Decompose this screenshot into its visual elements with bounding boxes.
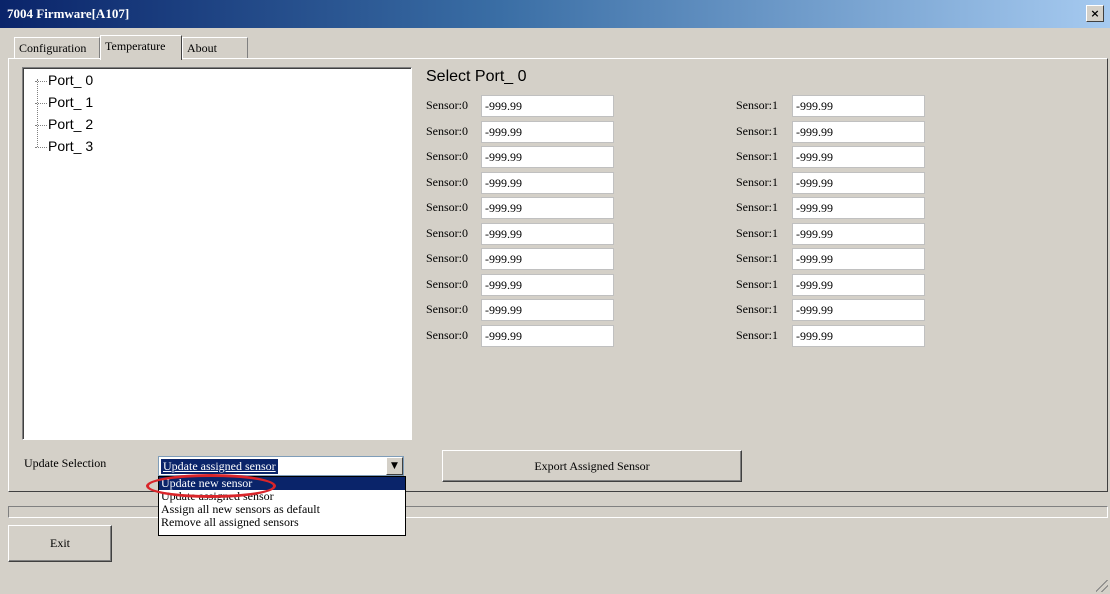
sensor-left-value-field[interactable]: -999.99 [481,121,614,143]
sensor-left-value-field[interactable]: -999.99 [481,197,614,219]
update-selection-label: Update Selection [24,456,107,470]
title-bar[interactable]: 7004 Firmware[A107] × [0,0,1110,28]
tab-configuration[interactable]: Configuration [14,37,100,59]
update-selection-dropdown: Update new sensor Update assigned sensor… [158,476,406,536]
sensor-right-value-field[interactable]: -999.99 [792,197,925,219]
tree-item-port-1[interactable]: Port_ 1 [35,94,93,116]
sensor-left-label: Sensor:0 [426,328,468,342]
close-button[interactable]: × [1086,5,1104,22]
tree-item-label: Port_ 0 [48,72,94,88]
sensor-left-label: Sensor:0 [426,226,468,240]
sensor-left-label: Sensor:0 [426,124,468,138]
sensor-left-label: Sensor:0 [426,149,468,163]
update-selection-combo[interactable]: Update assigned sensor ▼ [158,456,404,476]
sensor-left-label: Sensor:0 [426,302,468,316]
sensor-right-value-field[interactable]: -999.99 [792,325,925,347]
close-icon: × [1090,7,1100,20]
exit-button[interactable]: Exit [8,525,112,562]
sensor-right-label: Sensor:1 [736,200,778,214]
tree-item-label: Port_ 1 [48,94,94,110]
sensor-right-value-field[interactable]: -999.99 [792,299,925,321]
port-tree[interactable]: Port_ 0 Port_ 1 Port_ 2 Port_ 3 [22,67,412,440]
tree-item-port-0[interactable]: Port_ 0 [35,72,93,94]
sensor-left-value-field[interactable]: -999.99 [481,172,614,194]
tab-about[interactable]: About [182,37,248,59]
sensor-right-label: Sensor:1 [736,226,778,240]
sensor-right-value-field[interactable]: -999.99 [792,248,925,270]
tree-dash [35,146,47,148]
sensor-right-label: Sensor:1 [736,328,778,342]
sensor-right-value-field[interactable]: -999.99 [792,223,925,245]
sensor-left-label: Sensor:0 [426,251,468,265]
dropdown-option-remove-all[interactable]: Remove all assigned sensors [159,516,405,529]
sensor-right-label: Sensor:1 [736,302,778,316]
sensor-right-label: Sensor:1 [736,175,778,189]
sensor-right-label: Sensor:1 [736,124,778,138]
sensor-left-label: Sensor:0 [426,277,468,291]
selected-port-title: Select Port_ 0 [426,68,527,85]
sensor-left-value-field[interactable]: -999.99 [481,95,614,117]
combo-selected-value: Update assigned sensor [161,459,278,474]
sensor-left-label: Sensor:0 [426,200,468,214]
sensor-left-value-field[interactable]: -999.99 [481,299,614,321]
tree-item-port-3[interactable]: Port_ 3 [35,138,93,160]
sensor-right-value-field[interactable]: -999.99 [792,274,925,296]
sensor-left-value-field[interactable]: -999.99 [481,325,614,347]
tree-dash [35,80,47,82]
tree-item-label: Port_ 3 [48,138,94,154]
tree-dash [35,102,47,104]
sensor-right-value-field[interactable]: -999.99 [792,146,925,168]
sensor-right-label: Sensor:1 [736,98,778,112]
tab-temperature[interactable]: Temperature [100,35,182,60]
tree-item-label: Port_ 2 [48,116,94,132]
resize-grip-icon[interactable] [1096,580,1108,592]
sensor-left-label: Sensor:0 [426,98,468,112]
chevron-down-icon[interactable]: ▼ [386,457,403,475]
sensor-right-label: Sensor:1 [736,277,778,291]
sensor-right-value-field[interactable]: -999.99 [792,95,925,117]
export-assigned-sensor-button[interactable]: Export Assigned Sensor [442,450,742,482]
sensor-left-value-field[interactable]: -999.99 [481,146,614,168]
app-window: 7004 Firmware[A107] × Configuration Temp… [0,0,1110,594]
sensor-left-label: Sensor:0 [426,175,468,189]
sensor-right-label: Sensor:1 [736,149,778,163]
sensor-left-value-field[interactable]: -999.99 [481,223,614,245]
sensor-right-value-field[interactable]: -999.99 [792,121,925,143]
sensor-right-label: Sensor:1 [736,251,778,265]
tree-dash [35,124,47,126]
sensor-right-value-field[interactable]: -999.99 [792,172,925,194]
tree-item-port-2[interactable]: Port_ 2 [35,116,93,138]
sensor-left-value-field[interactable]: -999.99 [481,274,614,296]
window-title: 7004 Firmware[A107] [7,6,130,21]
sensor-left-value-field[interactable]: -999.99 [481,248,614,270]
